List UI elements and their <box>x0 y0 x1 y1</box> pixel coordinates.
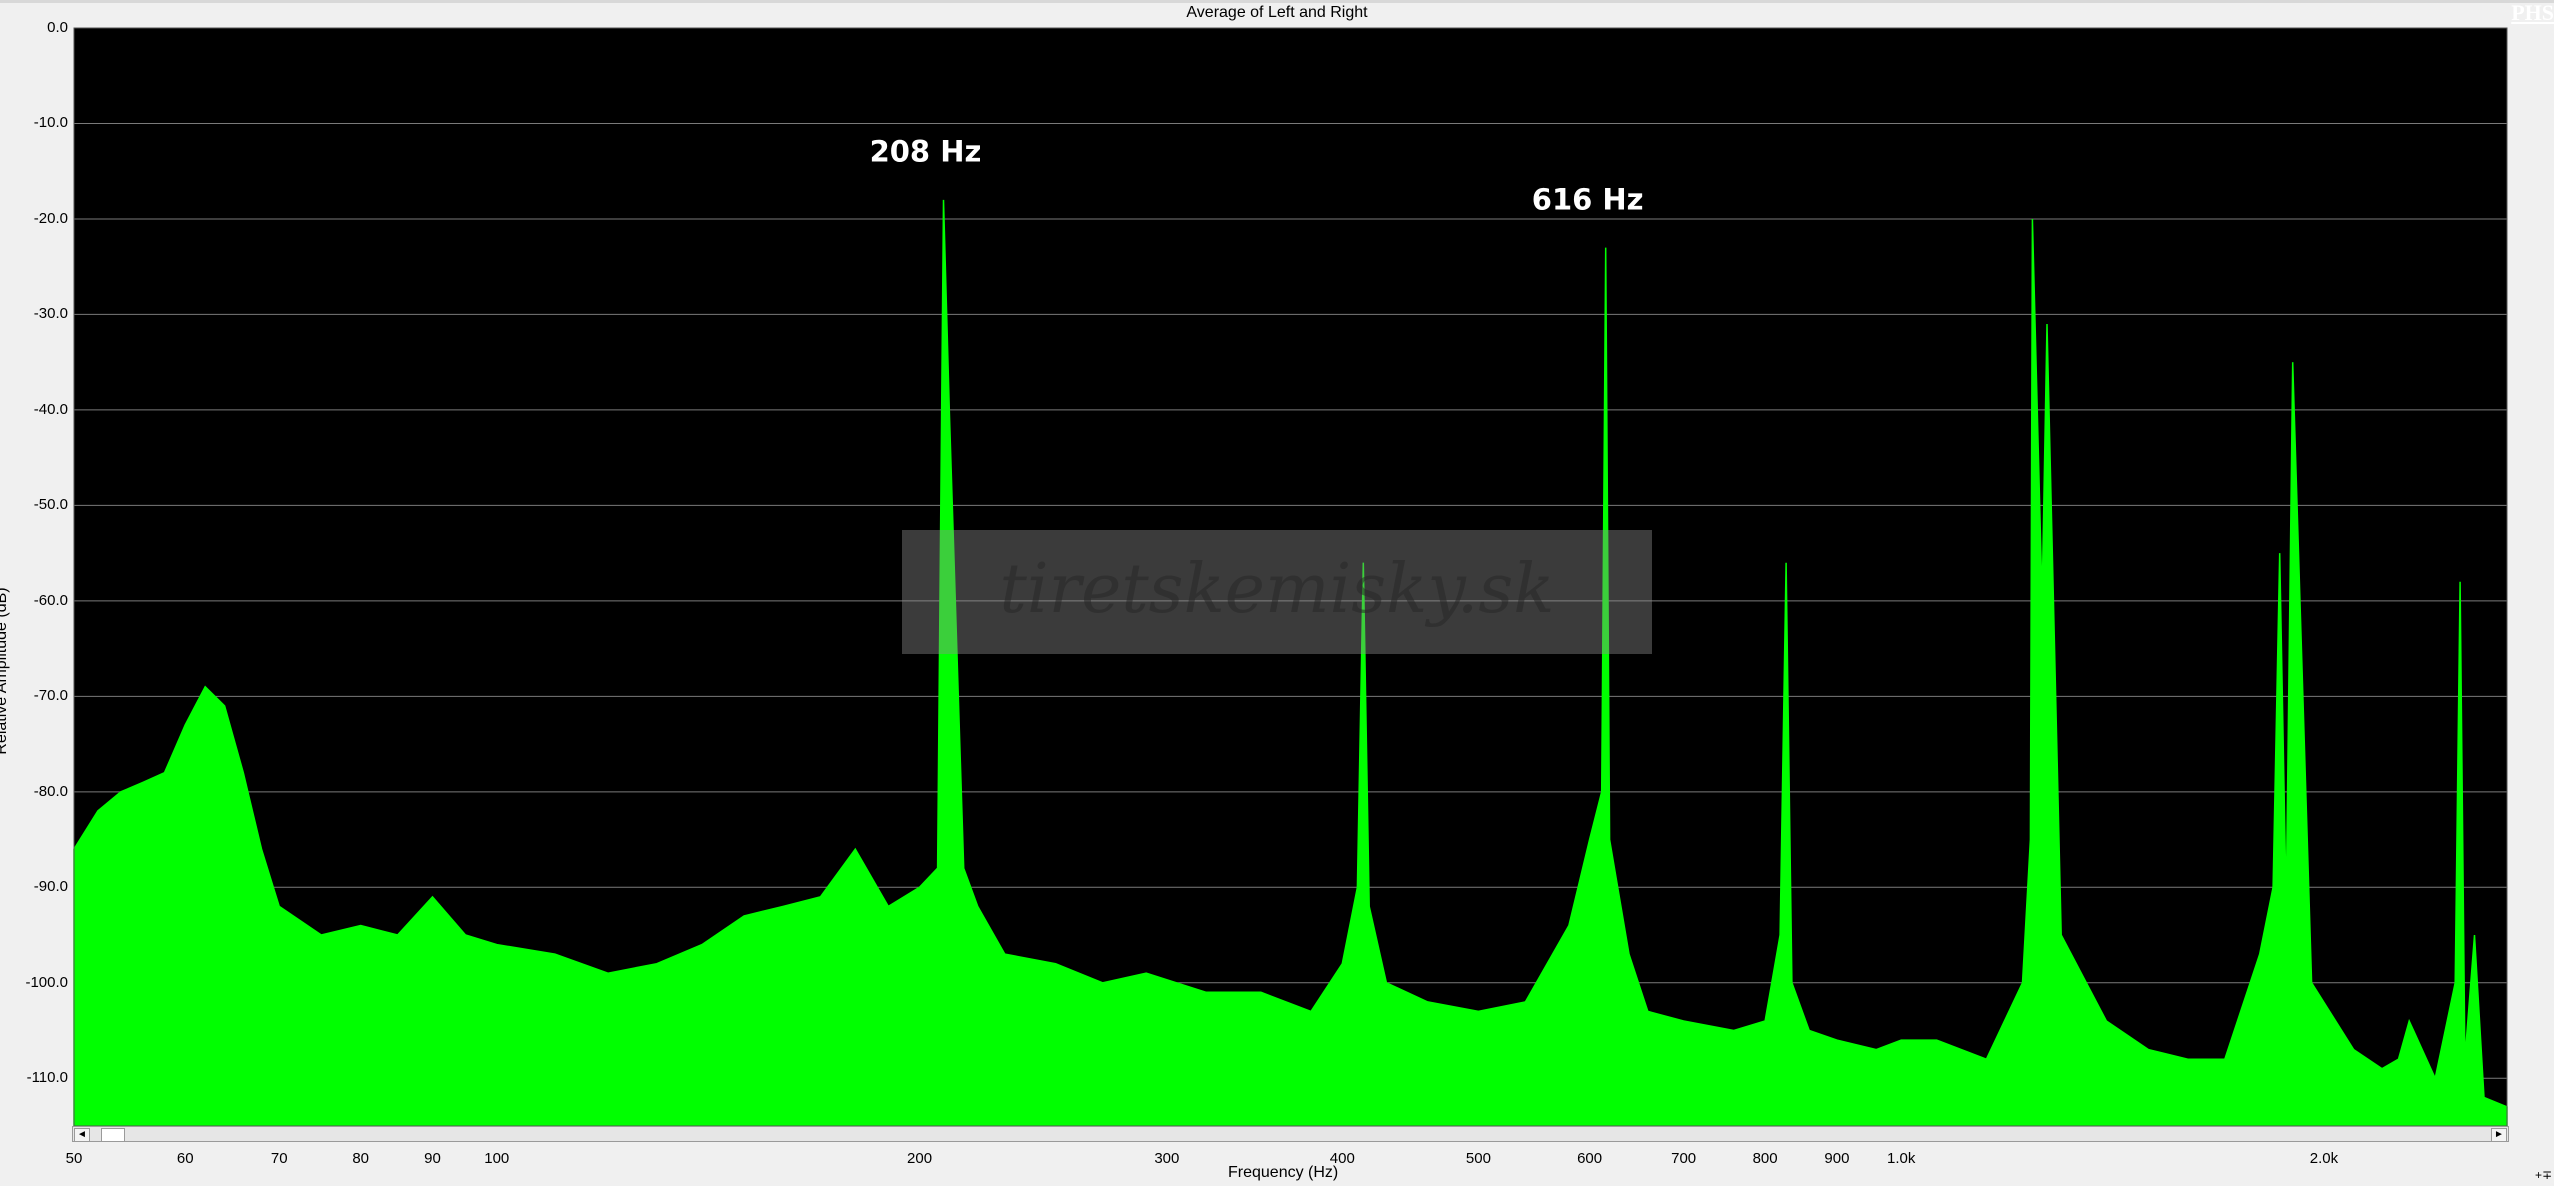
peak-annotation-label: 208 Hz <box>870 135 982 169</box>
x-tick-label: 90 <box>424 1150 441 1167</box>
y-tick-label: -110.0 <box>26 1069 68 1087</box>
scroll-thumb[interactable] <box>101 1128 125 1142</box>
horizontal-scrollbar[interactable]: ◄ ► <box>72 1126 2509 1142</box>
spectrum-chart: tiretskemisky.sk 208 Hz 616 Hz <box>73 27 2508 1127</box>
x-tick-label: 70 <box>270 1150 288 1167</box>
watermark-text: tiretskemisky.sk <box>1000 550 1555 629</box>
scroll-right-button[interactable]: ► <box>2491 1128 2507 1142</box>
peak-annotation-label: 616 Hz <box>1532 182 1644 216</box>
x-axis-label: Frequency (Hz) <box>1228 1164 1339 1181</box>
x-tick-label: 2.0k <box>2309 1150 2339 1167</box>
x-tick-label: 700 <box>1671 1150 1697 1167</box>
zoom-corner-control[interactable]: +∓ <box>2535 1168 2552 1182</box>
watermark: tiretskemisky.sk <box>902 530 1652 654</box>
x-tick-label: 500 <box>1465 1150 1491 1167</box>
y-tick-label: -20.0 <box>33 209 68 227</box>
x-tick-label: 100 <box>484 1150 510 1167</box>
phs-badge: PHS <box>2511 0 2554 25</box>
x-tick-label: 800 <box>1752 1150 1778 1167</box>
y-tick-label: 0.0 <box>47 19 68 36</box>
x-tick-label: 900 <box>1824 1150 1850 1167</box>
x-tick-label: 1.0k <box>1886 1150 1916 1167</box>
y-tick-label: -30.0 <box>33 305 68 323</box>
x-tick-label: 80 <box>352 1150 369 1167</box>
x-tick-label: 50 <box>65 1150 83 1167</box>
y-tick-label: -100.0 <box>25 973 68 991</box>
x-tick-label: 300 <box>1154 1150 1180 1167</box>
x-tick-label: 60 <box>176 1150 194 1167</box>
scroll-left-button[interactable]: ◄ <box>74 1128 90 1142</box>
y-axis-label: Relative Amplitude (dB) <box>0 587 10 755</box>
x-tick-label: 600 <box>1577 1150 1603 1167</box>
y-tick-label: -10.0 <box>33 114 68 132</box>
x-tick-label: 200 <box>907 1150 933 1167</box>
